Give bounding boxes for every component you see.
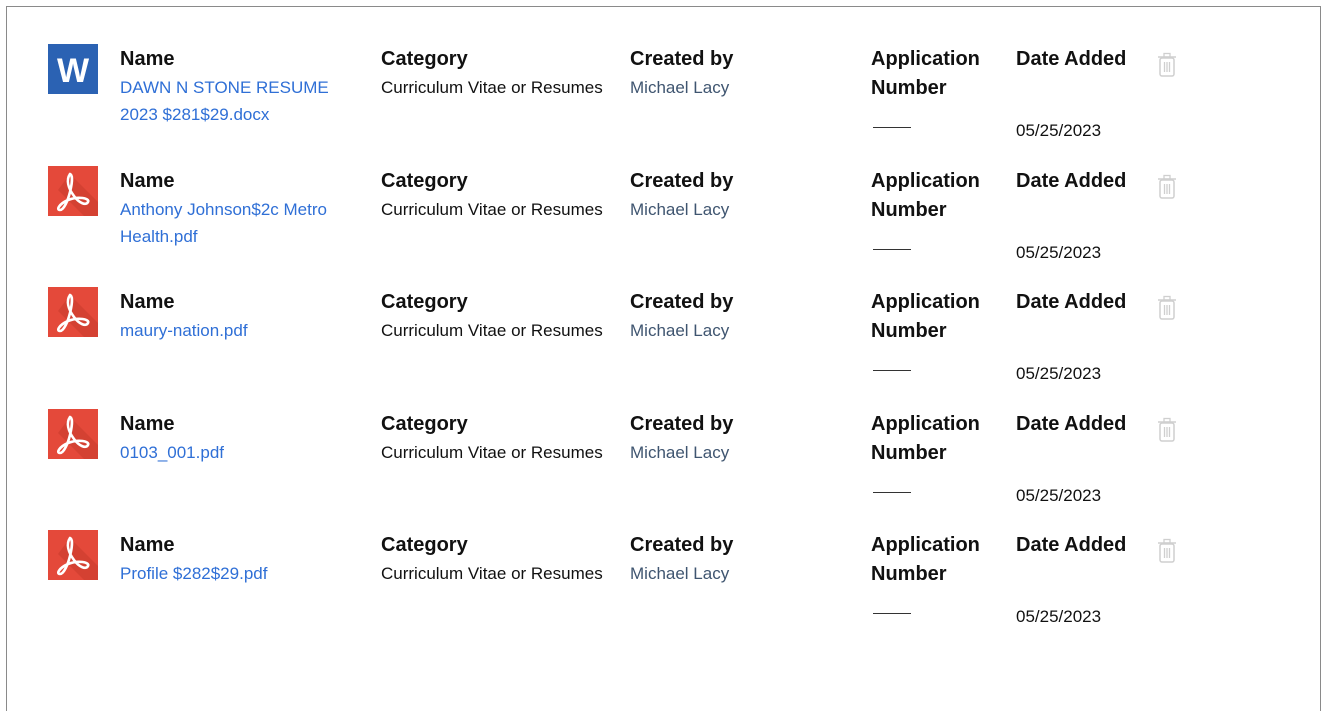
category-column: Category Curriculum Vitae or Resumes <box>381 45 611 101</box>
category-value: Curriculum Vitae or Resumes <box>381 199 603 219</box>
date-added-header: Date Added <box>1016 412 1127 435</box>
category-column: Category Curriculum Vitae or Resumes <box>381 288 611 344</box>
date-added-header: Date Added <box>1016 48 1127 70</box>
date-added-column: Date Added 05/25/2023 <box>1016 410 1146 505</box>
category-column: Category Curriculum Vitae or Resumes <box>381 167 611 223</box>
created-by-header: Created by <box>630 169 734 192</box>
category-value: Curriculum Vitae or Resumes <box>381 442 603 462</box>
name-column: Name 0103_001.pdf <box>120 410 370 466</box>
created-by-value[interactable]: Michael Lacy <box>630 196 850 223</box>
document-name-link[interactable]: DAWN N STONE RESUME 2023 $281$29.docx <box>120 74 370 128</box>
category-header: Category <box>381 412 468 435</box>
documents-panel: W Name DAWN N STONE RESUME 2023 $281$29.… <box>6 6 1321 711</box>
name-header: Name <box>120 48 175 70</box>
pdf-icon <box>48 287 98 337</box>
category-value: Curriculum Vitae or Resumes <box>381 564 603 583</box>
trash-icon[interactable] <box>1157 417 1177 443</box>
application-number-header: Application Number <box>871 534 980 585</box>
name-header: Name <box>120 291 175 313</box>
created-by-header: Created by <box>630 534 734 556</box>
category-column: Category Curriculum Vitae or Resumes <box>381 410 611 466</box>
document-row: Name Anthony Johnson$2c Metro Health.pdf… <box>7 129 1322 262</box>
created-by-header: Created by <box>630 48 734 70</box>
created-by-column: Created by Michael Lacy <box>630 167 850 223</box>
name-column: Name DAWN N STONE RESUME 2023 $281$29.do… <box>120 45 370 128</box>
trash-icon[interactable] <box>1157 295 1177 321</box>
trash-icon[interactable] <box>1157 174 1177 200</box>
category-header: Category <box>381 48 468 70</box>
document-name-link[interactable]: maury-nation.pdf <box>120 317 370 344</box>
document-name-link[interactable]: Profile $282$29.pdf <box>120 560 370 587</box>
created-by-header: Created by <box>630 412 734 435</box>
date-added-column: Date Added 05/25/2023 <box>1016 288 1146 383</box>
document-row: W Name DAWN N STONE RESUME 2023 $281$29.… <box>7 7 1322 140</box>
category-header: Category <box>381 169 468 192</box>
application-number-header: Application Number <box>871 169 980 221</box>
word-icon: W <box>48 44 98 94</box>
created-by-column: Created by Michael Lacy <box>630 531 850 587</box>
name-column: Name Profile $282$29.pdf <box>120 531 370 587</box>
name-header: Name <box>120 412 175 435</box>
pdf-icon <box>48 408 98 459</box>
category-header: Category <box>381 534 468 556</box>
name-header: Name <box>120 534 175 556</box>
document-name-link[interactable]: 0103_001.pdf <box>120 439 370 466</box>
trash-icon[interactable] <box>1157 52 1177 78</box>
document-row: Name maury-nation.pdf Category Curriculu… <box>7 250 1322 383</box>
empty-value-dash <box>873 613 911 614</box>
created-by-column: Created by Michael Lacy <box>630 410 850 466</box>
application-number-header: Application Number <box>871 48 980 99</box>
application-number-column: Application Number <box>871 288 1011 371</box>
created-by-value[interactable]: Michael Lacy <box>630 560 850 587</box>
application-number-column: Application Number <box>871 45 1011 128</box>
application-number-header: Application Number <box>871 291 980 342</box>
date-added-header: Date Added <box>1016 534 1127 556</box>
created-by-value[interactable]: Michael Lacy <box>630 74 850 101</box>
created-by-column: Created by Michael Lacy <box>630 45 850 101</box>
category-value: Curriculum Vitae or Resumes <box>381 78 603 97</box>
document-row: Name Profile $282$29.pdf Category Curric… <box>7 493 1322 626</box>
document-name-link[interactable]: Anthony Johnson$2c Metro Health.pdf <box>120 196 370 250</box>
category-column: Category Curriculum Vitae or Resumes <box>381 531 611 587</box>
date-added-header: Date Added <box>1016 291 1127 313</box>
application-number-header: Application Number <box>871 412 980 464</box>
pdf-icon <box>48 530 98 580</box>
date-added-column: Date Added 05/25/2023 <box>1016 167 1146 262</box>
date-added-value: 05/25/2023 <box>1016 607 1102 626</box>
created-by-column: Created by Michael Lacy <box>630 288 850 344</box>
created-by-value[interactable]: Michael Lacy <box>630 439 850 466</box>
created-by-value[interactable]: Michael Lacy <box>630 317 850 344</box>
application-number-column: Application Number <box>871 167 1011 250</box>
application-number-column: Application Number <box>871 531 1011 614</box>
name-column: Name maury-nation.pdf <box>120 288 370 344</box>
document-row: Name 0103_001.pdf Category Curriculum Vi… <box>7 372 1322 505</box>
name-column: Name Anthony Johnson$2c Metro Health.pdf <box>120 167 370 250</box>
trash-icon[interactable] <box>1157 538 1177 564</box>
category-value: Curriculum Vitae or Resumes <box>381 321 603 340</box>
name-header: Name <box>120 169 175 192</box>
created-by-header: Created by <box>630 291 734 313</box>
svg-text:W: W <box>57 52 90 90</box>
date-added-column: Date Added 05/25/2023 <box>1016 45 1146 140</box>
application-number-column: Application Number <box>871 410 1011 493</box>
pdf-icon <box>48 165 98 216</box>
category-header: Category <box>381 291 468 313</box>
date-added-header: Date Added <box>1016 169 1127 192</box>
date-added-column: Date Added 05/25/2023 <box>1016 531 1146 626</box>
